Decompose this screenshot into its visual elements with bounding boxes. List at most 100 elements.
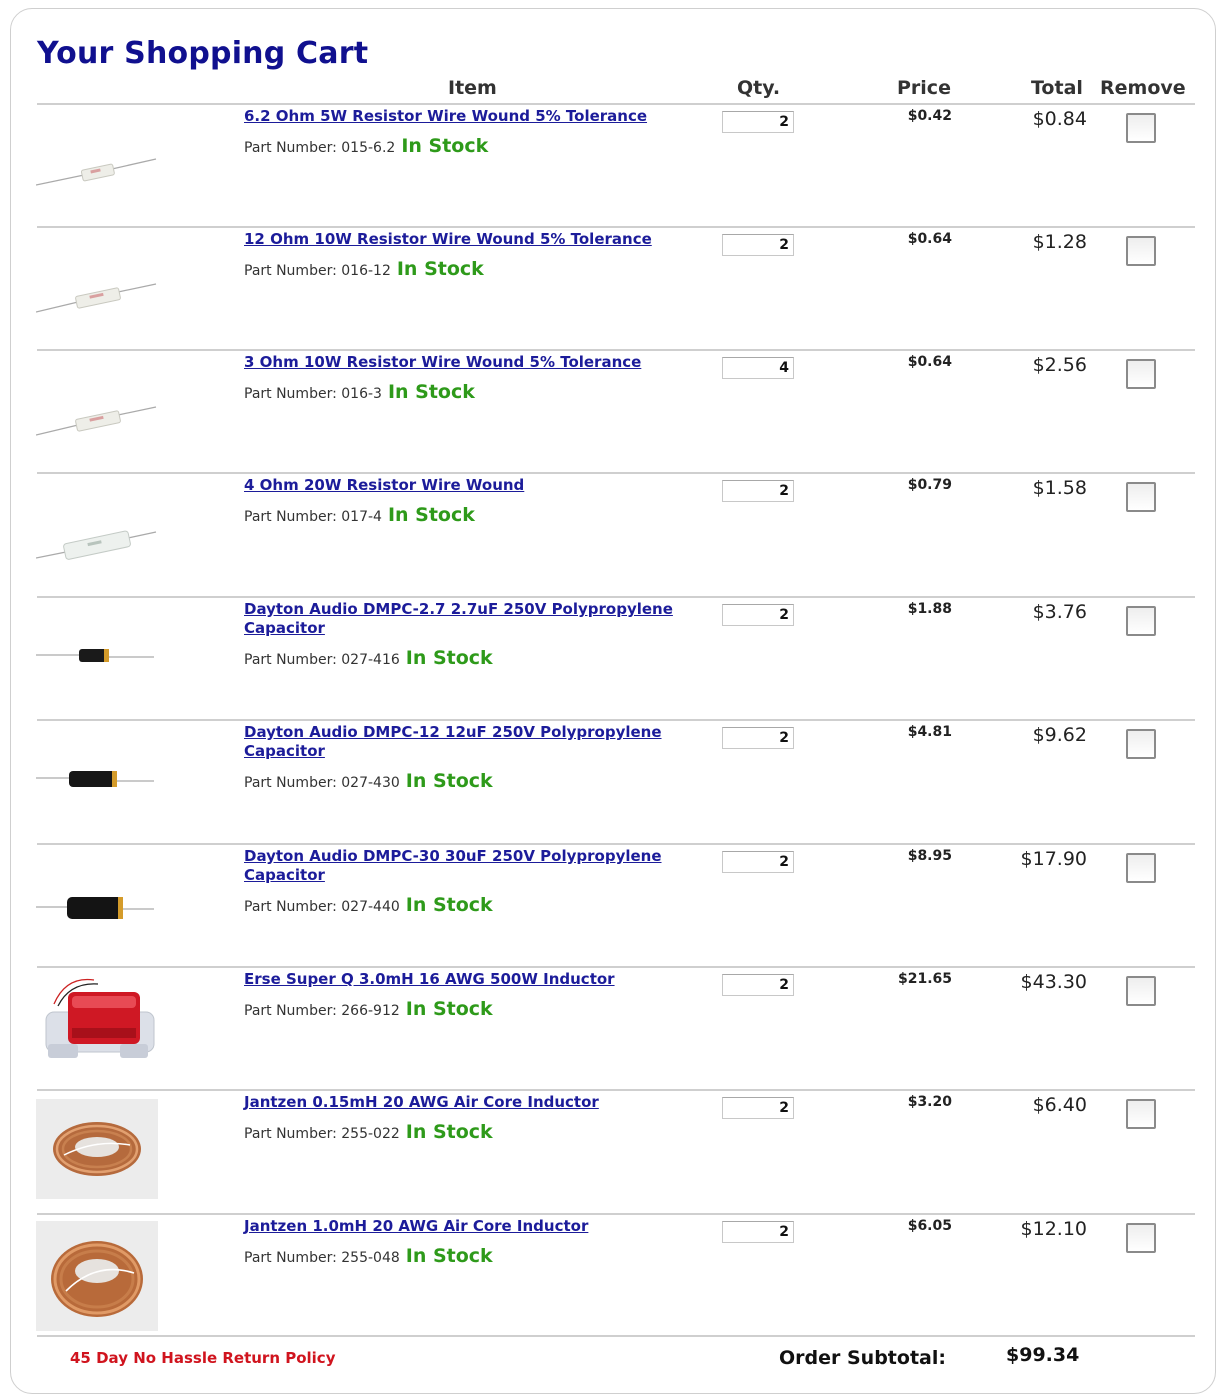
stock-status: In Stock	[387, 381, 475, 403]
remove-checkbox[interactable]	[1126, 482, 1156, 512]
line-total: $12.10	[1020, 1218, 1087, 1240]
product-link[interactable]: Jantzen 1.0mH 20 AWG Air Core Inductor	[244, 1217, 714, 1236]
part-number-label: Part Number:	[244, 509, 337, 525]
product-link[interactable]: 3 Ohm 10W Resistor Wire Wound 5% Toleran…	[244, 353, 714, 372]
part-number-label: Part Number:	[244, 140, 337, 156]
quantity-input[interactable]: 2	[722, 727, 794, 749]
product-image[interactable]	[35, 369, 158, 469]
unit-price: $0.64	[907, 354, 952, 370]
quantity-input[interactable]: 2	[722, 234, 794, 256]
part-number-line: Part Number: 015-6.2 In Stock	[244, 135, 488, 157]
line-total: $6.40	[1032, 1094, 1087, 1116]
part-number-label: Part Number:	[244, 386, 337, 402]
product-link[interactable]: Erse Super Q 3.0mH 16 AWG 500W Inductor	[244, 970, 714, 989]
column-header-remove: Remove	[1100, 77, 1186, 99]
stock-status: In Stock	[387, 504, 475, 526]
remove-checkbox[interactable]	[1126, 113, 1156, 143]
quantity-input[interactable]: 4	[722, 357, 794, 379]
part-number-value: 027-416	[341, 652, 400, 668]
line-total: $3.76	[1032, 601, 1087, 623]
part-number-value: 027-430	[341, 775, 400, 791]
unit-price: $6.05	[907, 1218, 952, 1234]
product-image[interactable]	[36, 863, 158, 963]
stock-status: In Stock	[405, 647, 493, 669]
line-total: $0.84	[1032, 108, 1087, 130]
product-image[interactable]	[35, 492, 158, 592]
product-link[interactable]: 4 Ohm 20W Resistor Wire Wound	[244, 476, 714, 495]
line-total: $1.28	[1032, 231, 1087, 253]
product-image[interactable]	[35, 246, 158, 346]
remove-checkbox[interactable]	[1126, 606, 1156, 636]
unit-price: $1.88	[907, 601, 952, 617]
product-link[interactable]: Dayton Audio DMPC-12 12uF 250V Polypropy…	[244, 723, 714, 761]
order-subtotal-label: Order Subtotal:	[779, 1347, 946, 1369]
product-link[interactable]: Jantzen 0.15mH 20 AWG Air Core Inductor	[244, 1093, 714, 1112]
product-image[interactable]	[35, 123, 158, 223]
part-number-value: 017-4	[341, 509, 382, 525]
quantity-input[interactable]: 2	[722, 604, 794, 626]
cart-item-row: 12 Ohm 10W Resistor Wire Wound 5% Tolera…	[0, 228, 1220, 351]
part-number-label: Part Number:	[244, 899, 337, 915]
stock-status: In Stock	[405, 1121, 493, 1143]
unit-price: $0.79	[907, 477, 952, 493]
part-number-line: Part Number: 016-3 In Stock	[244, 381, 475, 403]
cart-item-row: Erse Super Q 3.0mH 16 AWG 500W Inductor P…	[0, 968, 1220, 1091]
unit-price: $0.64	[907, 231, 952, 247]
part-number-value: 016-12	[341, 263, 391, 279]
page-title: Your Shopping Cart	[37, 36, 369, 71]
product-link[interactable]: Dayton Audio DMPC-30 30uF 250V Polypropy…	[244, 847, 714, 885]
return-policy-link[interactable]: 45 Day No Hassle Return Policy	[70, 1349, 335, 1367]
quantity-input[interactable]: 2	[722, 1097, 794, 1119]
quantity-input[interactable]: 2	[722, 851, 794, 873]
unit-price: $4.81	[907, 724, 952, 740]
quantity-input[interactable]: 2	[722, 974, 794, 996]
part-number-value: 266-912	[341, 1003, 400, 1019]
product-link[interactable]: 6.2 Ohm 5W Resistor Wire Wound 5% Tolera…	[244, 107, 714, 126]
cart-item-row: Jantzen 1.0mH 20 AWG Air Core Inductor Pa…	[0, 1215, 1220, 1338]
remove-checkbox[interactable]	[1126, 1223, 1156, 1253]
part-number-line: Part Number: 027-440 In Stock	[244, 894, 493, 916]
product-image[interactable]	[36, 1099, 158, 1199]
cart-item-row: Dayton Audio DMPC-12 12uF 250V Polypropy…	[0, 721, 1220, 844]
cart-item-row: Jantzen 0.15mH 20 AWG Air Core Inductor P…	[0, 1091, 1220, 1214]
product-link[interactable]: Dayton Audio DMPC-2.7 2.7uF 250V Polypro…	[244, 600, 714, 638]
part-number-line: Part Number: 027-430 In Stock	[244, 770, 493, 792]
line-total: $17.90	[1020, 848, 1087, 870]
unit-price: $8.95	[907, 848, 952, 864]
part-number-line: Part Number: 027-416 In Stock	[244, 647, 493, 669]
column-header-total: Total	[1031, 77, 1083, 99]
remove-checkbox[interactable]	[1126, 1099, 1156, 1129]
remove-checkbox[interactable]	[1126, 359, 1156, 389]
product-link[interactable]: 12 Ohm 10W Resistor Wire Wound 5% Tolera…	[244, 230, 714, 249]
remove-checkbox[interactable]	[1126, 853, 1156, 883]
cart-item-row: 4 Ohm 20W Resistor Wire Wound Part Number…	[0, 474, 1220, 597]
part-number-label: Part Number:	[244, 1003, 337, 1019]
product-image[interactable]	[36, 1221, 158, 1331]
line-total: $9.62	[1032, 724, 1087, 746]
remove-checkbox[interactable]	[1126, 236, 1156, 266]
unit-price: $0.42	[907, 108, 952, 124]
quantity-input[interactable]: 2	[722, 480, 794, 502]
part-number-value: 255-022	[341, 1126, 400, 1142]
part-number-value: 016-3	[341, 386, 382, 402]
stock-status: In Stock	[396, 258, 484, 280]
quantity-input[interactable]: 2	[722, 111, 794, 133]
part-number-label: Part Number:	[244, 652, 337, 668]
stock-status: In Stock	[401, 135, 489, 157]
unit-price: $3.20	[907, 1094, 952, 1110]
stock-status: In Stock	[405, 894, 493, 916]
remove-checkbox[interactable]	[1126, 729, 1156, 759]
part-number-label: Part Number:	[244, 1126, 337, 1142]
part-number-line: Part Number: 017-4 In Stock	[244, 504, 475, 526]
product-image[interactable]	[36, 972, 158, 1072]
product-image[interactable]	[36, 616, 158, 716]
part-number-value: 015-6.2	[341, 140, 396, 156]
quantity-input[interactable]: 2	[722, 1221, 794, 1243]
cart-item-row: Dayton Audio DMPC-30 30uF 250V Polypropy…	[0, 845, 1220, 968]
unit-price: $21.65	[897, 971, 952, 987]
part-number-line: Part Number: 016-12 In Stock	[244, 258, 484, 280]
product-image[interactable]	[36, 739, 158, 839]
order-subtotal-value: $99.34	[1006, 1344, 1080, 1366]
remove-checkbox[interactable]	[1126, 976, 1156, 1006]
part-number-label: Part Number:	[244, 263, 337, 279]
